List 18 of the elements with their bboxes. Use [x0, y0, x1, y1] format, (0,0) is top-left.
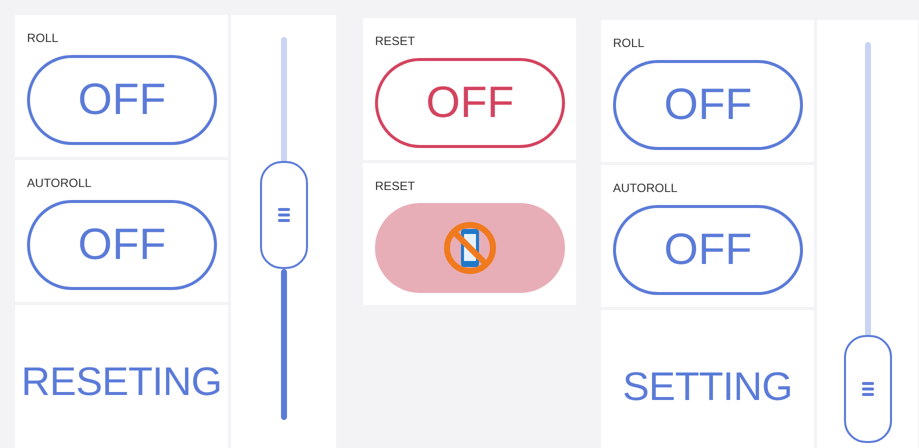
- grip-icon: [278, 208, 290, 222]
- widget-label: ROLL: [613, 36, 646, 52]
- widget-label: RESET: [375, 34, 416, 50]
- toggle-button[interactable]: OFF: [27, 200, 217, 290]
- toggle-button[interactable]: OFF: [613, 60, 803, 150]
- grip-icon: [862, 382, 874, 396]
- status-text: SETTING: [622, 364, 792, 410]
- slider-thumb[interactable]: [844, 334, 892, 443]
- widget-label: ROLL: [27, 31, 60, 47]
- widget-label: AUTOROLL: [27, 176, 92, 192]
- toggle-button[interactable]: OFF: [375, 58, 565, 148]
- toggle-button[interactable]: OFF: [27, 55, 217, 145]
- widget-label: AUTOROLL: [613, 181, 678, 197]
- status-text: RESETING: [21, 360, 222, 404]
- slider-thumb[interactable]: [260, 161, 308, 270]
- toggle-button[interactable]: OFF: [613, 205, 803, 295]
- widget-label: RESET: [375, 179, 416, 195]
- no-phone-icon: [442, 220, 498, 276]
